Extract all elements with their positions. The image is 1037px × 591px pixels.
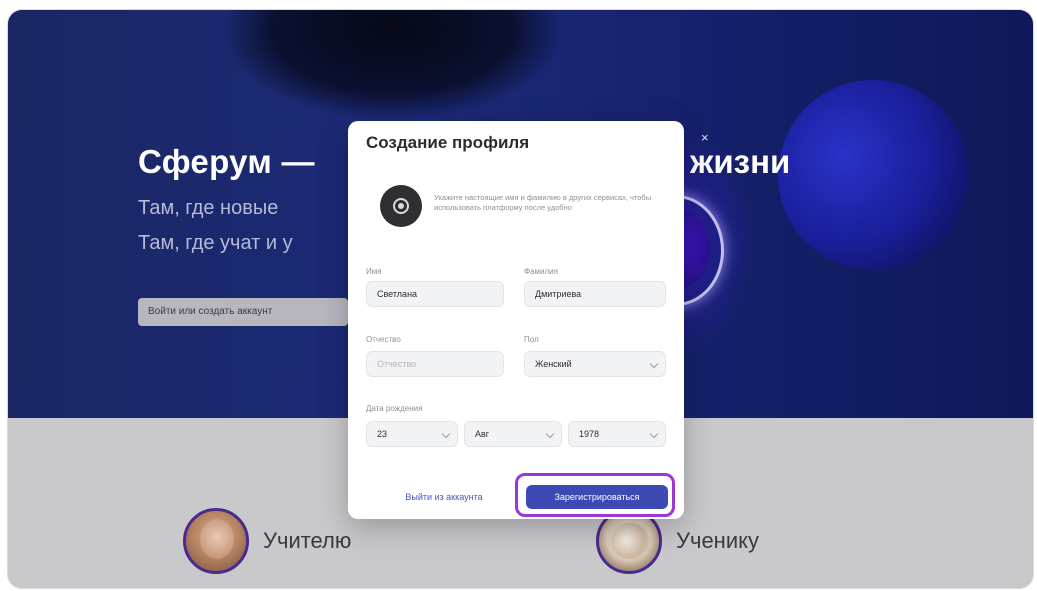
- hero-subtitle-line2: Там, где учат и у: [138, 232, 293, 254]
- gender-value: Женский: [535, 359, 572, 369]
- logout-button[interactable]: Выйти из аккаунта: [384, 485, 504, 509]
- first-name-field[interactable]: Светлана: [366, 281, 504, 307]
- chevron-down-icon: [649, 429, 659, 439]
- role-teacher-label: Учителю: [263, 528, 352, 553]
- hero-cta-button[interactable]: Войти или создать аккаунт: [138, 298, 348, 326]
- last-name-field[interactable]: Дмитриева: [524, 281, 666, 307]
- gender-label: Пол: [524, 335, 539, 344]
- role-teacher[interactable]: Учителю: [183, 508, 351, 574]
- birth-year-select[interactable]: 1978: [568, 421, 666, 447]
- birth-year-value: 1978: [579, 429, 600, 439]
- chevron-down-icon: [649, 359, 659, 369]
- birth-day-value: 23: [377, 429, 388, 439]
- chevron-down-icon: [545, 429, 555, 439]
- decorative-sphere: [778, 80, 968, 270]
- hero-title-right: жизни: [690, 143, 791, 180]
- birth-month-select[interactable]: Авг: [464, 421, 562, 447]
- app-frame: Сферум — жизни Там, где новые Там, где у…: [8, 10, 1033, 588]
- create-profile-modal: Создание профиля Укажите настоящие имя и…: [348, 121, 684, 519]
- hero-subtitle-line1: Там, где новые: [138, 197, 279, 219]
- birth-day-select[interactable]: 23: [366, 421, 458, 447]
- register-highlight-outline: [515, 473, 675, 517]
- camera-icon: [393, 198, 409, 214]
- birth-month-value: Авг: [475, 429, 490, 439]
- patronymic-field[interactable]: Отчество: [366, 351, 504, 377]
- role-student-label: Ученику: [676, 528, 759, 553]
- birth-date-label: Дата рождения: [366, 404, 423, 413]
- last-name-label: Фамилия: [524, 267, 558, 276]
- gender-select[interactable]: Женский: [524, 351, 666, 377]
- first-name-label: Имя: [366, 267, 382, 276]
- modal-title: Создание профиля: [366, 133, 530, 152]
- hero-title-left: Сферум —: [138, 143, 315, 180]
- teacher-avatar: [183, 508, 249, 574]
- patronymic-label: Отчество: [366, 335, 401, 344]
- chevron-down-icon: [441, 429, 451, 439]
- close-icon[interactable]: ×: [701, 130, 709, 145]
- photo-hint-text: Укажите настоящие имя и фамилию в других…: [434, 193, 652, 212]
